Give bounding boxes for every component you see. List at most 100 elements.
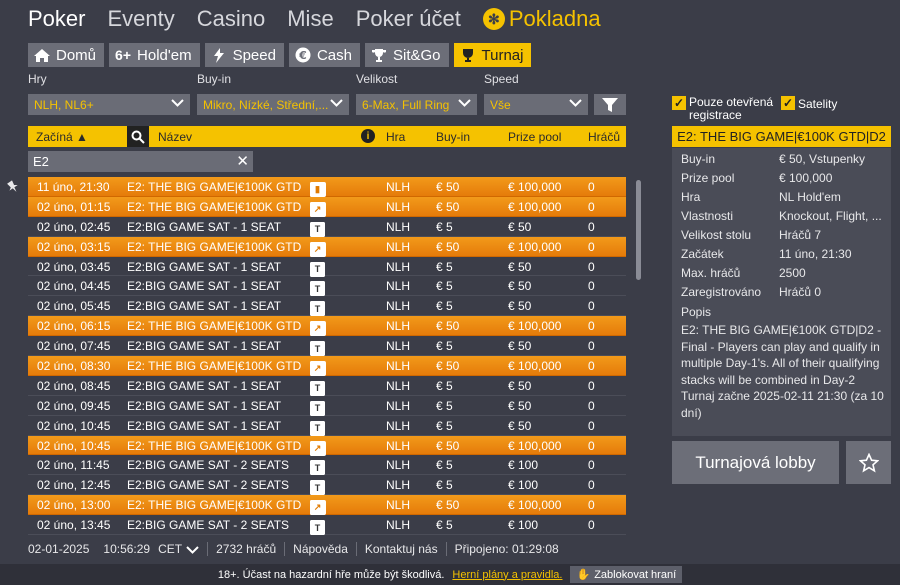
row-start: 02 úno, 06:15 (37, 319, 111, 334)
open-registration-checkbox[interactable]: ✓ Pouze otevřená registrace (672, 96, 774, 122)
filter-funnel-button[interactable] (594, 94, 626, 115)
row-name: E2: THE BIG GAME|€100K GTD|D1 (127, 319, 302, 334)
row-name: E2:BIG GAME SAT - 1 SEAT (127, 339, 282, 354)
table-row[interactable]: 02 úno, 09:45 E2:BIG GAME SAT - 1 SEAT NLH… (28, 396, 626, 416)
pin-icon[interactable] (6, 180, 20, 194)
row-players: 0 (588, 279, 595, 294)
status-time: 10:56:29 (103, 542, 151, 556)
row-buyin: € 5 (436, 478, 453, 493)
col-buyin[interactable]: Buy-in (436, 130, 470, 144)
tournament-badge-icon: T (310, 380, 325, 396)
nav-mise[interactable]: Mise (287, 6, 333, 32)
row-game: NLH (386, 478, 411, 493)
table-row[interactable]: 02 úno, 07:45 E2:BIG GAME SAT - 1 SEAT NLH… (28, 336, 626, 357)
row-start: 02 úno, 07:45 (37, 339, 111, 354)
timezone-select[interactable]: CET (158, 542, 207, 556)
table-row[interactable]: 02 úno, 03:45 E2:BIG GAME SAT - 1 SEAT NLH… (28, 257, 626, 277)
col-game[interactable]: Hra (386, 130, 405, 144)
row-start: 02 úno, 08:30 (37, 359, 111, 374)
table-row[interactable]: 02 úno, 13:00 E2: THE BIG GAME|€100K GTD|… (28, 495, 626, 516)
help-link[interactable]: Nápověda (284, 542, 356, 556)
col-players[interactable]: Hráčů (588, 130, 620, 144)
close-icon[interactable]: ✕ (236, 152, 249, 170)
filter-speed-select[interactable]: Vše (484, 94, 588, 115)
tab-holdem-label: Hold'em (137, 46, 192, 64)
table-row[interactable]: 02 úno, 03:15 E2: THE BIG GAME|€100K GTD|… (28, 236, 626, 257)
row-game: NLH (386, 359, 411, 374)
check-icon: ✓ (781, 96, 795, 110)
table-row[interactable]: 02 úno, 08:30 E2: THE BIG GAME|€100K GTD|… (28, 356, 626, 377)
row-game: NLH (386, 339, 411, 354)
row-start: 02 úno, 04:45 (37, 279, 111, 294)
row-game: NLH (386, 319, 411, 334)
search-input[interactable]: E2 ✕ (28, 151, 253, 172)
tab-cash-label: Cash (316, 46, 352, 64)
block-play-button[interactable]: ✋ Zablokovat hraní (570, 566, 683, 583)
tournament-badge-icon: ↗ (310, 500, 325, 516)
table-row[interactable]: 02 úno, 12:45 E2:BIG GAME SAT - 2 SEATS NL… (28, 475, 626, 496)
row-buyin: € 5 (436, 518, 453, 533)
satellite-checkbox[interactable]: ✓ Satelity (781, 96, 837, 111)
col-name[interactable]: Název (158, 130, 192, 144)
hand-icon: ✋ (576, 569, 591, 581)
table-row[interactable]: 02 úno, 04:45 E2:BIG GAME SAT - 1 SEAT NLH… (28, 276, 626, 297)
check-icon: ✓ (672, 96, 686, 110)
search-icon[interactable] (127, 126, 149, 147)
col-start[interactable]: Začíná ▲ (36, 130, 88, 144)
nav-poker[interactable]: Poker (28, 6, 85, 32)
table-row[interactable]: 02 úno, 08:45 E2:BIG GAME SAT - 1 SEAT NLH… (28, 376, 626, 396)
status-bar: 02-01-2025 10:56:29 CET 2732 hráčů Nápov… (28, 541, 567, 557)
row-buyin: € 50 (436, 498, 460, 513)
row-players: 0 (588, 239, 595, 254)
table-row[interactable]: 02 úno, 01:15 E2: THE BIG GAME|€100K GTD|… (28, 196, 626, 217)
nav-poker-account[interactable]: Poker účet (356, 6, 461, 32)
filter-size-select[interactable]: 6-Max, Full Ring (356, 94, 477, 115)
tab-speed[interactable]: Speed (204, 43, 284, 67)
tab-holdem[interactable]: 6+ Hold'em (109, 43, 200, 67)
nav-casino[interactable]: Casino (197, 6, 265, 32)
table-row[interactable]: 11 úno, 21:30 E2: THE BIG GAME|€100K GTD|… (28, 177, 626, 197)
table-row[interactable]: 02 úno, 10:45 E2: THE BIG GAME|€100K GTD|… (28, 435, 626, 456)
tournament-badge-icon: ↗ (310, 361, 325, 377)
col-prize[interactable]: Prize pool (508, 130, 561, 144)
row-name: E2: THE BIG GAME|€100K GTD|D2 (127, 180, 302, 194)
row-buyin: € 50 (436, 359, 460, 374)
table-row[interactable]: 02 úno, 11:45 E2:BIG GAME SAT - 2 SEATS NL… (28, 455, 626, 476)
table-row[interactable]: 02 úno, 05:45 E2:BIG GAME SAT - 1 SEAT NLH… (28, 296, 626, 317)
euro-icon: € (294, 47, 312, 63)
table-row[interactable]: 02 úno, 06:15 E2: THE BIG GAME|€100K GTD|… (28, 316, 626, 337)
row-game: NLH (386, 398, 411, 413)
row-buyin: € 5 (436, 219, 453, 234)
detail-key: Vlastnosti (681, 209, 734, 223)
tournament-badge-icon: ▮ (310, 182, 325, 197)
game-rules-link[interactable]: Herní plány a pravidla. (452, 569, 562, 581)
table-row[interactable]: 02 úno, 13:45 E2:BIG GAME SAT - 2 SEATS NL… (28, 515, 626, 536)
table-row[interactable]: 02 úno, 10:45 E2:BIG GAME SAT - 1 SEAT NLH… (28, 416, 626, 436)
row-name: E2:BIG GAME SAT - 1 SEAT (127, 398, 282, 413)
row-game: NLH (386, 259, 411, 274)
row-game: NLH (386, 180, 411, 194)
row-game: NLH (386, 418, 411, 433)
tournament-badge-icon: ↗ (310, 321, 325, 337)
svg-text:€: € (298, 49, 307, 62)
nav-events[interactable]: Eventy (107, 6, 174, 32)
details-title: E2: THE BIG GAME|€100K GTD|D2 (672, 126, 891, 147)
filter-games-select[interactable]: NLH, NL6+ (28, 94, 190, 115)
tab-home[interactable]: Domů (28, 43, 105, 67)
scrollbar-thumb[interactable] (636, 180, 641, 280)
tab-cash[interactable]: € Cash (288, 43, 360, 67)
detail-key: Max. hráčů (681, 266, 741, 280)
nav-cashier[interactable]: ✻ Pokladna (482, 6, 601, 32)
tab-tournament[interactable]: Turnaj (453, 43, 532, 67)
filter-buyin-select[interactable]: Mikro, Nízké, Střední,... (197, 94, 349, 115)
row-prize: € 100,000 (508, 180, 562, 194)
favorite-button[interactable] (846, 441, 891, 484)
contact-link[interactable]: Kontaktuj nás (355, 542, 446, 556)
detail-key: Zaregistrováno (681, 285, 762, 299)
table-row[interactable]: 02 úno, 02:45 E2:BIG GAME SAT - 1 SEAT NLH… (28, 217, 626, 237)
tournament-lobby-button[interactable]: Turnajová lobby (672, 441, 839, 484)
row-start: 02 úno, 13:00 (37, 498, 111, 513)
row-start: 02 úno, 12:45 (37, 478, 111, 493)
tab-sitgo[interactable]: Sit&Go (364, 43, 449, 67)
info-icon[interactable]: i (361, 129, 375, 143)
